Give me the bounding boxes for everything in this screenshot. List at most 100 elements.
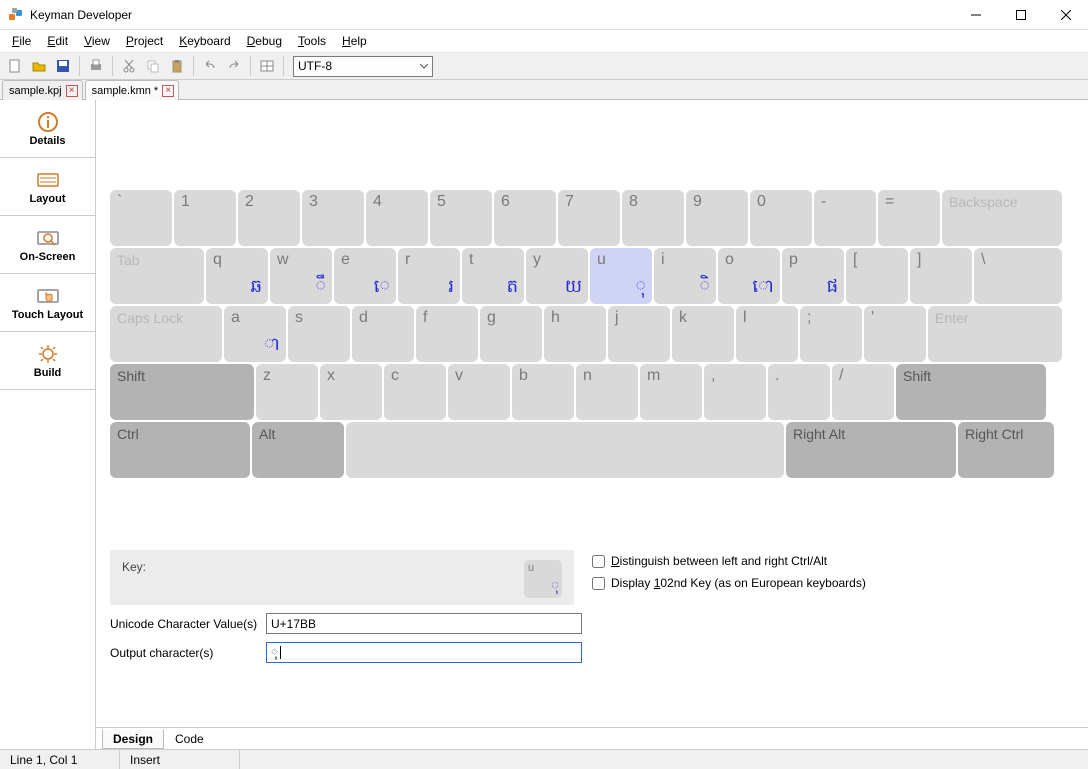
sidebar-build[interactable]: Build xyxy=(0,332,95,390)
minimize-button[interactable] xyxy=(953,0,998,29)
copy-button[interactable] xyxy=(142,55,164,77)
key-9[interactable]: 9 xyxy=(686,190,748,246)
save-button[interactable] xyxy=(52,55,74,77)
key-g[interactable]: g xyxy=(480,306,542,362)
menu-tools[interactable]: Tools xyxy=(290,32,334,50)
key-t[interactable]: tត xyxy=(462,248,524,304)
key-e[interactable]: eេ xyxy=(334,248,396,304)
key-space[interactable] xyxy=(346,422,784,478)
key-\[interactable]: \ xyxy=(974,248,1062,304)
key-6[interactable]: 6 xyxy=(494,190,556,246)
key-/[interactable]: / xyxy=(832,364,894,420)
key-m[interactable]: m xyxy=(640,364,702,420)
sidebar-touch-layout[interactable]: Touch Layout xyxy=(0,274,95,332)
key-[[interactable]: [ xyxy=(846,248,908,304)
key-caps-lock[interactable]: Caps Lock xyxy=(110,306,222,362)
sidebar-details[interactable]: Details xyxy=(0,100,95,158)
key-p[interactable]: pផ xyxy=(782,248,844,304)
key-ctrl[interactable]: Ctrl xyxy=(110,422,250,478)
menu-view[interactable]: View xyxy=(76,32,118,50)
key-tab[interactable]: Tab xyxy=(110,248,204,304)
menu-debug[interactable]: Debug xyxy=(239,32,290,50)
key-8[interactable]: 8 xyxy=(622,190,684,246)
sidebar-on-screen[interactable]: On-Screen xyxy=(0,216,95,274)
file-tab[interactable]: sample.kpj× xyxy=(2,80,83,100)
maximize-button[interactable] xyxy=(998,0,1043,29)
encoding-select[interactable]: UTF-8 xyxy=(293,56,433,77)
menu-help[interactable]: Help xyxy=(334,32,375,50)
unicode-value-input[interactable] xyxy=(266,613,582,634)
menu-edit[interactable]: Edit xyxy=(39,32,76,50)
key-i[interactable]: iិ xyxy=(654,248,716,304)
selected-key-preview[interactable]: u ុ xyxy=(524,560,562,598)
key-u[interactable]: uុ xyxy=(590,248,652,304)
paste-button[interactable] xyxy=(166,55,188,77)
key-v[interactable]: v xyxy=(448,364,510,420)
key-5[interactable]: 5 xyxy=(430,190,492,246)
key-j[interactable]: j xyxy=(608,306,670,362)
key-;[interactable]: ; xyxy=(800,306,862,362)
close-button[interactable] xyxy=(1043,0,1088,29)
key-b[interactable]: b xyxy=(512,364,574,420)
key-,[interactable]: , xyxy=(704,364,766,420)
key-shift[interactable]: Shift xyxy=(896,364,1046,420)
key-c[interactable]: c xyxy=(384,364,446,420)
menu-file[interactable]: File xyxy=(4,32,39,50)
key-k[interactable]: k xyxy=(672,306,734,362)
distinguish-checkbox[interactable]: Distinguish between left and right Ctrl/… xyxy=(592,554,866,568)
key-=[interactable]: = xyxy=(878,190,940,246)
key-backspace[interactable]: Backspace xyxy=(942,190,1062,246)
key-0[interactable]: 0 xyxy=(750,190,812,246)
unicode-value-label: Unicode Character Value(s) xyxy=(110,617,258,631)
key-enter[interactable]: Enter xyxy=(928,306,1062,362)
key-`[interactable]: ` xyxy=(110,190,172,246)
key-s[interactable]: s xyxy=(288,306,350,362)
key-alt[interactable]: Alt xyxy=(252,422,344,478)
key-r[interactable]: rរ xyxy=(398,248,460,304)
key-q[interactable]: qឆ xyxy=(206,248,268,304)
key-.[interactable]: . xyxy=(768,364,830,420)
key-][interactable]: ] xyxy=(910,248,972,304)
key-'[interactable]: ' xyxy=(864,306,926,362)
file-tab[interactable]: sample.kmn *× xyxy=(85,80,180,100)
key-right-ctrl[interactable]: Right Ctrl xyxy=(958,422,1054,478)
display-102nd-checkbox[interactable]: Display 102nd Key (as on European keyboa… xyxy=(592,576,866,590)
sidebar: DetailsLayoutOn-ScreenTouch LayoutBuild xyxy=(0,100,96,749)
key-y[interactable]: yយ xyxy=(526,248,588,304)
close-tab-icon[interactable]: × xyxy=(66,85,78,97)
output-char-input[interactable]: ុ xyxy=(266,642,582,663)
menu-project[interactable]: Project xyxy=(118,32,171,50)
key-2[interactable]: 2 xyxy=(238,190,300,246)
toolbar: UTF-8 xyxy=(0,52,1088,80)
key-3[interactable]: 3 xyxy=(302,190,364,246)
key-4[interactable]: 4 xyxy=(366,190,428,246)
key-h[interactable]: h xyxy=(544,306,606,362)
key-1[interactable]: 1 xyxy=(174,190,236,246)
print-button[interactable] xyxy=(85,55,107,77)
key-o[interactable]: oោ xyxy=(718,248,780,304)
key-n[interactable]: n xyxy=(576,364,638,420)
key-w[interactable]: wឹ xyxy=(270,248,332,304)
key-7[interactable]: 7 xyxy=(558,190,620,246)
key-shift[interactable]: Shift xyxy=(110,364,254,420)
sidebar-layout[interactable]: Layout xyxy=(0,158,95,216)
key-f[interactable]: f xyxy=(416,306,478,362)
menu-keyboard[interactable]: Keyboard xyxy=(171,32,238,50)
cut-button[interactable] xyxy=(118,55,140,77)
redo-button[interactable] xyxy=(223,55,245,77)
status-cursor-pos: Line 1, Col 1 xyxy=(0,750,120,769)
open-file-button[interactable] xyxy=(28,55,50,77)
key-right-alt[interactable]: Right Alt xyxy=(786,422,956,478)
new-file-button[interactable] xyxy=(4,55,26,77)
undo-button[interactable] xyxy=(199,55,221,77)
key-z[interactable]: z xyxy=(256,364,318,420)
charmap-button[interactable] xyxy=(256,55,278,77)
key-d[interactable]: d xyxy=(352,306,414,362)
close-tab-icon[interactable]: × xyxy=(162,85,174,97)
view-tab-design[interactable]: Design xyxy=(102,729,164,749)
key--[interactable]: - xyxy=(814,190,876,246)
key-a[interactable]: aា xyxy=(224,306,286,362)
view-tab-code[interactable]: Code xyxy=(164,729,215,749)
key-x[interactable]: x xyxy=(320,364,382,420)
key-l[interactable]: l xyxy=(736,306,798,362)
